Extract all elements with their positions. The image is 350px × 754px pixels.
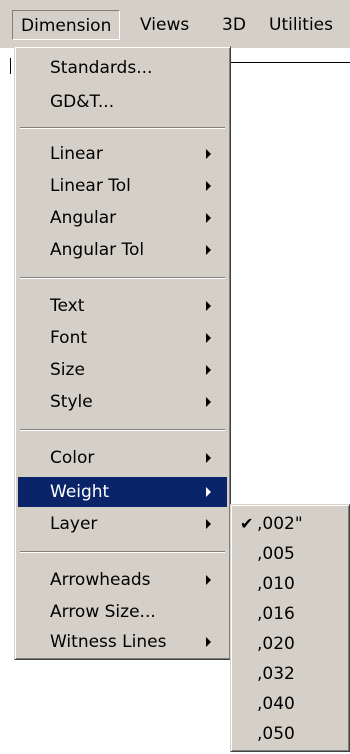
submenu-arrow-icon bbox=[206, 245, 211, 255]
menu-item-label: Layer bbox=[50, 514, 98, 534]
menu-item-angular-tol[interactable]: Angular Tol bbox=[18, 235, 227, 265]
weight-option-040[interactable]: ,040 bbox=[234, 689, 346, 719]
menu-separator bbox=[20, 277, 225, 279]
menu-item-label: Font bbox=[50, 328, 88, 348]
submenu-arrow-icon bbox=[206, 181, 211, 191]
checkmark-icon: ✔ bbox=[240, 514, 254, 533]
menu-item-label: Arrowheads bbox=[50, 570, 151, 590]
weight-option-010[interactable]: ,010 bbox=[234, 569, 346, 599]
menu-item-label: Linear bbox=[50, 144, 103, 164]
submenu-arrow-icon bbox=[206, 487, 211, 497]
submenu-arrow-icon bbox=[206, 637, 211, 647]
submenu-arrow-icon bbox=[206, 365, 211, 375]
submenu-arrow-icon bbox=[206, 213, 211, 223]
document-line bbox=[228, 62, 350, 63]
menu-item-color[interactable]: Color bbox=[18, 443, 227, 473]
weight-option-020[interactable]: ,020 bbox=[234, 629, 346, 659]
menu-separator bbox=[20, 551, 225, 553]
menu-views[interactable]: Views bbox=[132, 10, 197, 40]
menu-item-witness-lines[interactable]: Witness Lines bbox=[18, 627, 227, 657]
submenu-arrow-icon bbox=[206, 301, 211, 311]
weight-option-016[interactable]: ,016 bbox=[234, 599, 346, 629]
document-tick bbox=[10, 58, 11, 74]
weight-option-032[interactable]: ,032 bbox=[234, 659, 346, 689]
menu-item-style[interactable]: Style bbox=[18, 387, 227, 417]
menu-separator bbox=[20, 127, 225, 129]
weight-option-label: ,032 bbox=[257, 664, 295, 684]
menu-item-gdt[interactable]: GD&T... bbox=[18, 87, 227, 117]
submenu-arrow-icon bbox=[206, 333, 211, 343]
menu-dimension[interactable]: Dimension bbox=[12, 10, 121, 40]
menu-utilities[interactable]: Utilities bbox=[261, 10, 341, 40]
menu-item-label: Color bbox=[50, 448, 95, 468]
weight-option-label: ,005 bbox=[257, 544, 295, 564]
menu-item-linear[interactable]: Linear bbox=[18, 139, 227, 169]
menu-item-label: Style bbox=[50, 392, 93, 412]
weight-option-050[interactable]: ,050 bbox=[234, 719, 346, 749]
submenu-arrow-icon bbox=[206, 397, 211, 407]
weight-option-label: ,050 bbox=[257, 724, 295, 744]
submenu-arrow-icon bbox=[206, 575, 211, 585]
menu-item-arrow-size[interactable]: Arrow Size... bbox=[18, 597, 227, 627]
weight-option-label: ,040 bbox=[257, 694, 295, 714]
menu-item-weight[interactable]: Weight bbox=[18, 477, 227, 507]
weight-option-label: ,002" bbox=[257, 514, 303, 534]
menu-item-angular[interactable]: Angular bbox=[18, 203, 227, 233]
menu-item-label: Text bbox=[50, 296, 85, 316]
menu-item-label: Arrow Size... bbox=[50, 602, 156, 622]
menu-item-label: Witness Lines bbox=[50, 632, 167, 652]
menu-item-standards[interactable]: Standards... bbox=[18, 53, 227, 83]
menu-item-size[interactable]: Size bbox=[18, 355, 227, 385]
weight-option-005[interactable]: ,005 bbox=[234, 539, 346, 569]
menu-item-label: Weight bbox=[50, 482, 110, 502]
menu-item-label: Standards... bbox=[50, 58, 153, 78]
submenu-arrow-icon bbox=[206, 149, 211, 159]
weight-submenu: ✔ ,002" ,005 ,010 ,016 ,020 ,032 ,040 ,0… bbox=[230, 504, 350, 752]
menu-item-arrowheads[interactable]: Arrowheads bbox=[18, 565, 227, 595]
menu-item-label: GD&T... bbox=[50, 92, 115, 112]
menu-item-label: Angular bbox=[50, 208, 117, 228]
menu-item-label: Linear Tol bbox=[50, 176, 131, 196]
menu-item-label: Size bbox=[50, 360, 85, 380]
menu-item-linear-tol[interactable]: Linear Tol bbox=[18, 171, 227, 201]
menu-item-font[interactable]: Font bbox=[18, 323, 227, 353]
dimension-dropdown: Standards... GD&T... Linear Linear Tol A… bbox=[14, 46, 231, 660]
menu-item-layer[interactable]: Layer bbox=[18, 509, 227, 539]
menu-bar: Dimension Views 3D Utilities bbox=[0, 0, 350, 49]
weight-option-002[interactable]: ✔ ,002" bbox=[234, 509, 346, 539]
menu-item-label: Angular Tol bbox=[50, 240, 145, 260]
submenu-arrow-icon bbox=[206, 519, 211, 529]
menu-separator bbox=[20, 429, 225, 431]
weight-option-label: ,020 bbox=[257, 634, 295, 654]
menu-3d[interactable]: 3D bbox=[214, 10, 254, 40]
weight-option-label: ,010 bbox=[257, 574, 295, 594]
weight-option-label: ,016 bbox=[257, 604, 295, 624]
submenu-arrow-icon bbox=[206, 453, 211, 463]
menu-item-text[interactable]: Text bbox=[18, 291, 227, 321]
